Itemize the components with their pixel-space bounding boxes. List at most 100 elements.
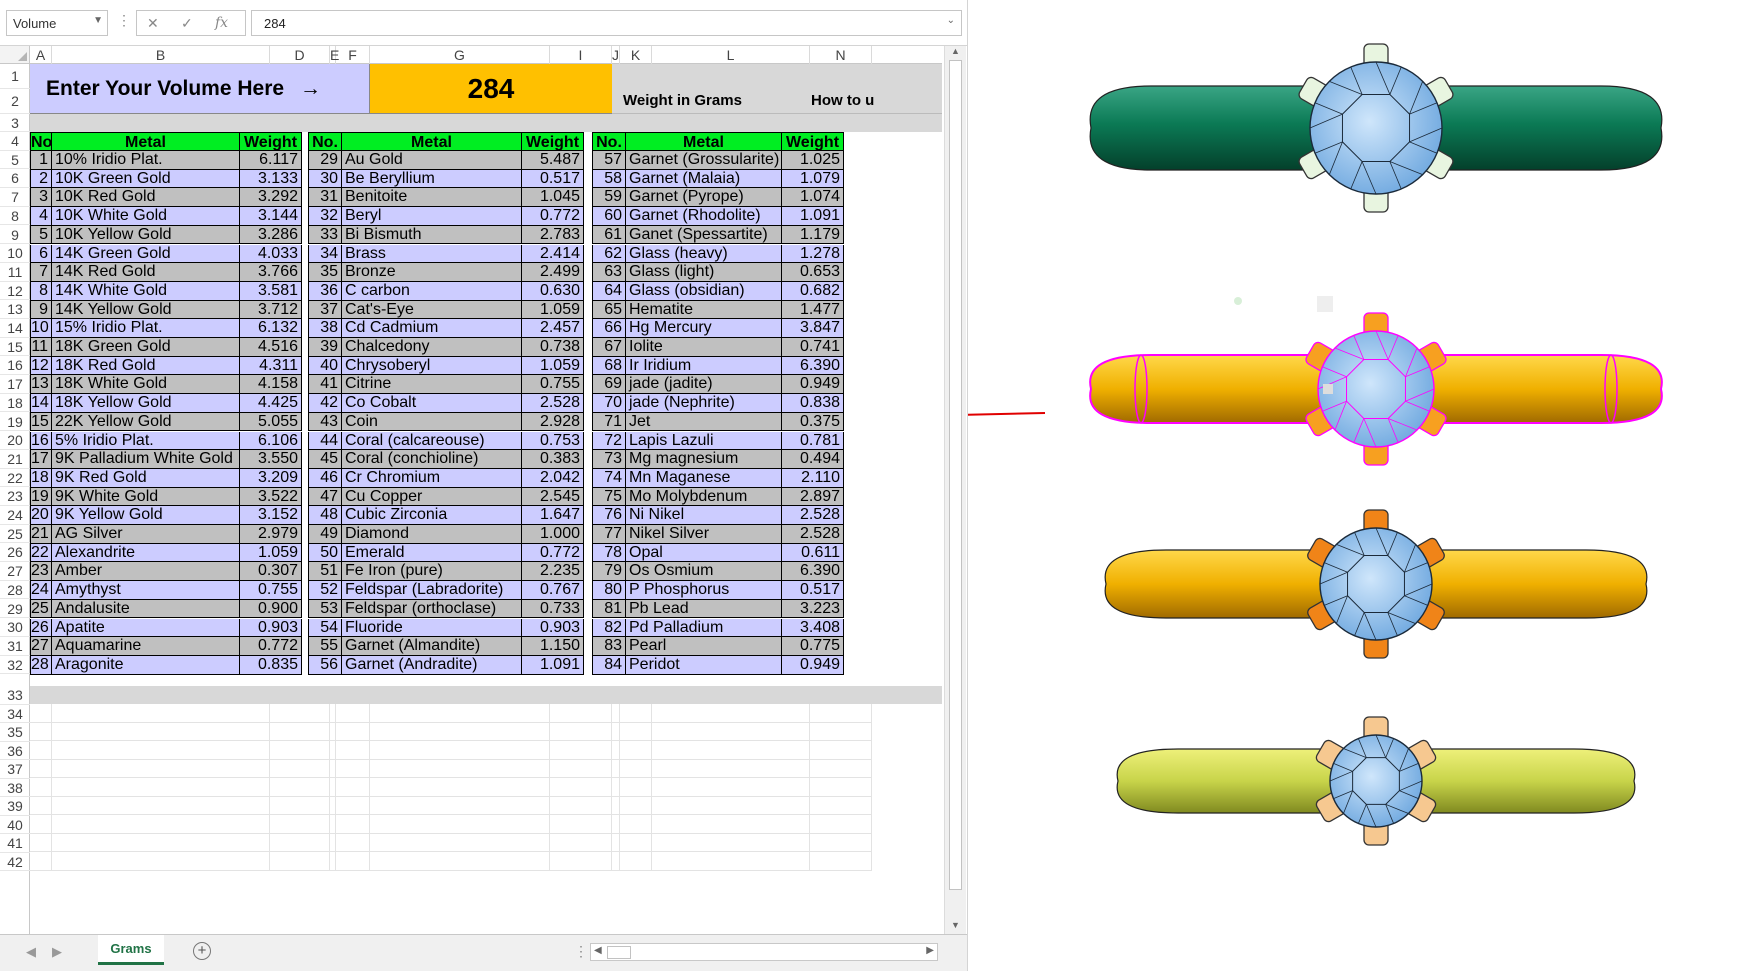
cancel-icon[interactable]: ✕ (147, 15, 159, 32)
row-header[interactable]: 16 (0, 356, 30, 376)
row-header[interactable]: 30 (0, 618, 30, 637)
row-number[interactable]: 72 (592, 431, 626, 451)
metal-name[interactable]: 9K White Gold (52, 487, 240, 507)
row-number[interactable]: 80 (592, 581, 626, 600)
weight-value[interactable]: 0.630 (522, 281, 584, 301)
row-number[interactable]: 3 (30, 188, 52, 208)
weight-value[interactable]: 0.772 (522, 543, 584, 563)
weight-value[interactable]: 3.550 (240, 450, 302, 469)
empty-cell[interactable] (52, 852, 270, 871)
weight-value[interactable]: 2.528 (782, 506, 844, 525)
row-number[interactable]: 30 (308, 169, 342, 189)
row-number[interactable]: 22 (30, 543, 52, 563)
metal-name[interactable]: Coin (342, 412, 522, 432)
metal-name[interactable]: Garnet (Rhodolite) (626, 207, 782, 226)
row-number[interactable]: 24 (30, 581, 52, 600)
metal-name[interactable]: 22K Yellow Gold (52, 412, 240, 432)
weight-value[interactable]: 0.738 (522, 338, 584, 357)
empty-cell[interactable] (810, 722, 872, 741)
weight-value[interactable]: 2.897 (782, 487, 844, 507)
empty-cell[interactable] (30, 722, 52, 741)
empty-cell[interactable] (652, 796, 810, 815)
row-header[interactable]: 27 (0, 562, 30, 581)
row-number[interactable]: 73 (592, 450, 626, 469)
metal-name[interactable]: jade (jadite) (626, 375, 782, 395)
row-header[interactable]: 13 (0, 300, 30, 319)
row-header[interactable]: 24 (0, 506, 30, 525)
empty-cell[interactable] (550, 833, 612, 852)
row-number[interactable]: 1 (30, 151, 52, 170)
weight-value[interactable]: 2.457 (522, 319, 584, 338)
empty-cell[interactable] (370, 759, 550, 778)
weight-value[interactable]: 1.091 (782, 207, 844, 226)
column-header[interactable]: I (550, 46, 612, 64)
metal-name[interactable]: Mg magnesium (626, 450, 782, 469)
weight-value[interactable]: 0.772 (522, 207, 584, 226)
row-number[interactable]: 71 (592, 412, 626, 432)
row-number[interactable]: 51 (308, 562, 342, 582)
empty-cell[interactable] (550, 722, 612, 741)
row-number[interactable]: 18 (30, 468, 52, 488)
row-number[interactable]: 77 (592, 525, 626, 544)
weight-value[interactable]: 2.783 (522, 225, 584, 245)
weight-value[interactable]: 0.494 (782, 450, 844, 469)
metal-name[interactable]: Benitoite (342, 188, 522, 208)
empty-cell[interactable] (370, 833, 550, 852)
weight-value[interactable]: 3.847 (782, 319, 844, 338)
empty-cell[interactable] (270, 778, 330, 797)
empty-cell[interactable] (270, 741, 330, 760)
row-number[interactable]: 55 (308, 637, 342, 656)
empty-cell[interactable] (652, 815, 810, 834)
metal-name[interactable]: 10K White Gold (52, 207, 240, 226)
row-header[interactable]: 36 (0, 742, 30, 760)
empty-cell[interactable] (612, 704, 620, 723)
empty-cell[interactable] (810, 833, 872, 852)
empty-cell[interactable] (612, 852, 620, 871)
metal-name[interactable]: Garnet (Almandite) (342, 637, 522, 656)
row-number[interactable]: 63 (592, 263, 626, 282)
metal-name[interactable]: Mo Molybdenum (626, 487, 782, 507)
metal-name[interactable]: Coral (calcareouse) (342, 431, 522, 451)
row-number[interactable]: 5 (30, 225, 52, 245)
vertical-scroll-thumb[interactable] (949, 60, 962, 890)
row-number[interactable]: 49 (308, 525, 342, 544)
row-number[interactable]: 68 (592, 356, 626, 376)
tab-grams[interactable]: Grams (98, 935, 164, 965)
weight-value[interactable]: 0.741 (782, 338, 844, 357)
metal-name[interactable]: Aquamarine (52, 637, 240, 656)
empty-cell[interactable] (52, 815, 270, 834)
row-number[interactable]: 53 (308, 599, 342, 619)
row-number[interactable]: 26 (30, 618, 52, 638)
weight-value[interactable]: 3.522 (240, 487, 302, 507)
row-number[interactable]: 39 (308, 338, 342, 357)
row-header[interactable]: 8 (0, 207, 30, 226)
column-header[interactable]: L (652, 46, 810, 64)
weight-value[interactable]: 1.045 (522, 188, 584, 208)
weight-value[interactable]: 0.949 (782, 655, 844, 675)
empty-cell[interactable] (612, 741, 620, 760)
metal-name[interactable]: Cu Copper (342, 487, 522, 507)
prev-sheet-icon[interactable]: ◀ (26, 944, 36, 960)
row-header[interactable]: 23 (0, 487, 30, 506)
row-number[interactable]: 74 (592, 468, 626, 488)
row-number[interactable]: 28 (30, 655, 52, 675)
weight-value[interactable]: 2.110 (782, 468, 844, 488)
row-number[interactable]: 33 (308, 225, 342, 245)
expand-formula-icon[interactable]: ⌄ (947, 15, 955, 26)
empty-cell[interactable] (370, 852, 550, 871)
empty-cell[interactable] (52, 796, 270, 815)
weight-value[interactable]: 1.074 (782, 188, 844, 208)
row-number[interactable]: 23 (30, 562, 52, 582)
metal-name[interactable]: C carbon (342, 281, 522, 301)
metal-name[interactable]: Aragonite (52, 655, 240, 675)
metal-name[interactable]: Glass (obsidian) (626, 281, 782, 301)
empty-cell[interactable] (336, 796, 370, 815)
column-header[interactable]: A (30, 46, 52, 64)
horizontal-scroll-thumb[interactable] (607, 946, 631, 959)
row-number[interactable]: 66 (592, 319, 626, 338)
empty-cell[interactable] (550, 704, 612, 723)
column-header[interactable]: N (810, 46, 872, 64)
volume-input-cell[interactable]: 284 (370, 64, 612, 114)
table-header-metal[interactable]: Metal (626, 132, 782, 151)
empty-cell[interactable] (620, 778, 652, 797)
